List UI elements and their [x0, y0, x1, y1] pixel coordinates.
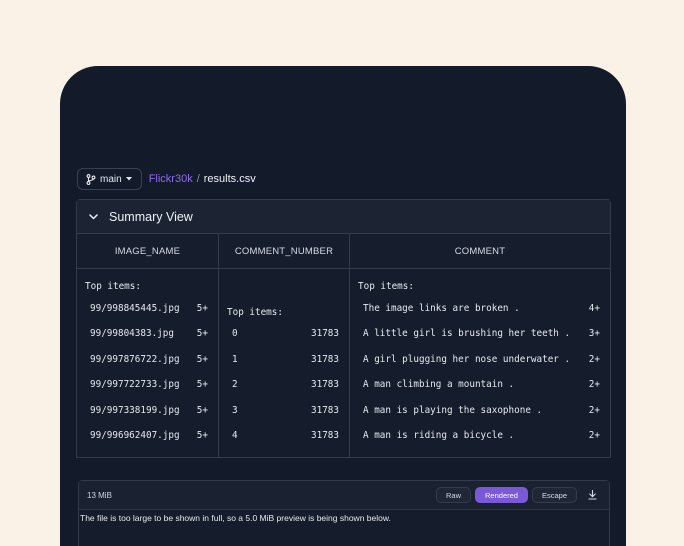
list-item: 99/998845445.jpg 5+ — [90, 303, 208, 314]
item-value: 0 — [232, 328, 238, 339]
branch-label: main — [100, 173, 122, 185]
download-icon[interactable] — [583, 487, 601, 503]
item-value: 2 — [232, 379, 238, 390]
item-value: The image links are broken . — [363, 303, 520, 314]
item-count: 31783 — [311, 354, 339, 365]
list-item: A girl plugging her nose underwater . 2+ — [363, 354, 600, 365]
branch-selector-button[interactable]: main — [77, 168, 142, 190]
item-count: 5+ — [196, 328, 208, 339]
list-item: 1 31783 — [232, 354, 339, 365]
breadcrumb-file-name: results.csv — [203, 173, 256, 185]
list-item: The image links are broken . 4+ — [363, 303, 600, 314]
list-item: A man is riding a bicycle . 2+ — [363, 430, 600, 441]
item-count: 31783 — [311, 379, 339, 390]
item-count: 5+ — [196, 354, 208, 365]
list-item: 99/997876722.jpg 5+ — [90, 354, 208, 365]
app-window: main Flickr30k / results.csv Summary Vie… — [60, 66, 626, 546]
item-value: 99/997722733.jpg — [90, 379, 180, 390]
item-count: 2+ — [588, 379, 600, 390]
item-count: 2+ — [588, 405, 600, 416]
list-item: 99/997338199.jpg 5+ — [90, 405, 208, 416]
raw-button[interactable]: Raw — [436, 487, 472, 503]
list-item: 0 31783 — [232, 328, 339, 339]
column-comment: COMMENT Top items: The image links are b… — [350, 234, 610, 457]
breadcrumb-separator: / — [196, 173, 200, 185]
item-count: 31783 — [311, 405, 339, 416]
item-count: 5+ — [196, 430, 208, 441]
item-value: 3 — [232, 405, 238, 416]
chevron-down-icon — [89, 213, 98, 220]
item-value: 99/997876722.jpg — [90, 354, 180, 365]
item-value: 4 — [232, 430, 238, 441]
summary-panel: Summary View IMAGE_NAME Top items: 99/99… — [76, 199, 611, 458]
item-value: A man is playing the saxophone . — [363, 405, 543, 416]
column-image-name: IMAGE_NAME Top items: 99/998845445.jpg 5+… — [77, 234, 219, 457]
file-viewer: 13 MiB Raw Rendered Escape The file is t… — [78, 480, 610, 546]
item-count: 31783 — [311, 328, 339, 339]
item-value: A little girl is brushing her teeth . — [363, 328, 571, 339]
list-item: 99/996962407.jpg 5+ — [90, 430, 208, 441]
rendered-button[interactable]: Rendered — [475, 487, 528, 503]
list-item: A little girl is brushing her teeth . 3+ — [363, 328, 600, 339]
summary-toggle[interactable]: Summary View — [77, 200, 610, 234]
list-item: 99/99804383.jpg 5+ — [90, 328, 208, 339]
caret-down-icon — [125, 177, 132, 181]
column-header: COMMENT_NUMBER — [219, 234, 349, 269]
item-value: 99/99804383.jpg — [90, 328, 174, 339]
item-count: 4+ — [588, 303, 600, 314]
file-size: 13 MiB — [87, 490, 112, 500]
column-header: IMAGE_NAME — [77, 234, 218, 269]
item-value: 99/996962407.jpg — [90, 430, 180, 441]
item-value: 99/998845445.jpg — [90, 303, 180, 314]
escape-button[interactable]: Escape — [531, 487, 577, 503]
file-breadcrumb-bar: main Flickr30k / results.csv — [77, 168, 256, 190]
truncation-notice: The file is too large to be shown in ful… — [80, 513, 391, 523]
item-count: 5+ — [196, 379, 208, 390]
item-count: 5+ — [196, 303, 208, 314]
column-header: COMMENT — [350, 234, 610, 269]
breadcrumb-repo-link[interactable]: Flickr30k — [149, 173, 193, 185]
list-item: 3 31783 — [232, 405, 339, 416]
list-item: A man climbing a mountain . 2+ — [363, 379, 600, 390]
top-items-label: Top items: — [85, 281, 141, 292]
item-count: 5+ — [196, 405, 208, 416]
top-items-label: Top items: — [358, 281, 414, 292]
item-value: A girl plugging her nose underwater . — [363, 354, 571, 365]
list-item: 2 31783 — [232, 379, 339, 390]
top-items-label: Top items: — [227, 307, 283, 318]
item-value: A man is riding a bicycle . — [363, 430, 515, 441]
item-count: 3+ — [588, 328, 600, 339]
item-count: 2+ — [588, 354, 600, 365]
item-count: 31783 — [311, 430, 339, 441]
item-value: 99/997338199.jpg — [90, 405, 180, 416]
file-toolbar: 13 MiB Raw Rendered Escape — [79, 481, 609, 510]
git-branch-icon — [86, 173, 96, 185]
list-item: 99/997722733.jpg 5+ — [90, 379, 208, 390]
view-mode-group: Raw Rendered Escape — [436, 487, 577, 503]
column-comment-number: COMMENT_NUMBER Top items: 0 31783 1 31783 … — [219, 234, 350, 457]
list-item: A man is playing the saxophone . 2+ — [363, 405, 600, 416]
item-value: 1 — [232, 354, 238, 365]
list-item: 4 31783 — [232, 430, 339, 441]
item-value: A man climbing a mountain . — [363, 379, 515, 390]
summary-title: Summary View — [109, 209, 193, 224]
item-count: 2+ — [588, 430, 600, 441]
